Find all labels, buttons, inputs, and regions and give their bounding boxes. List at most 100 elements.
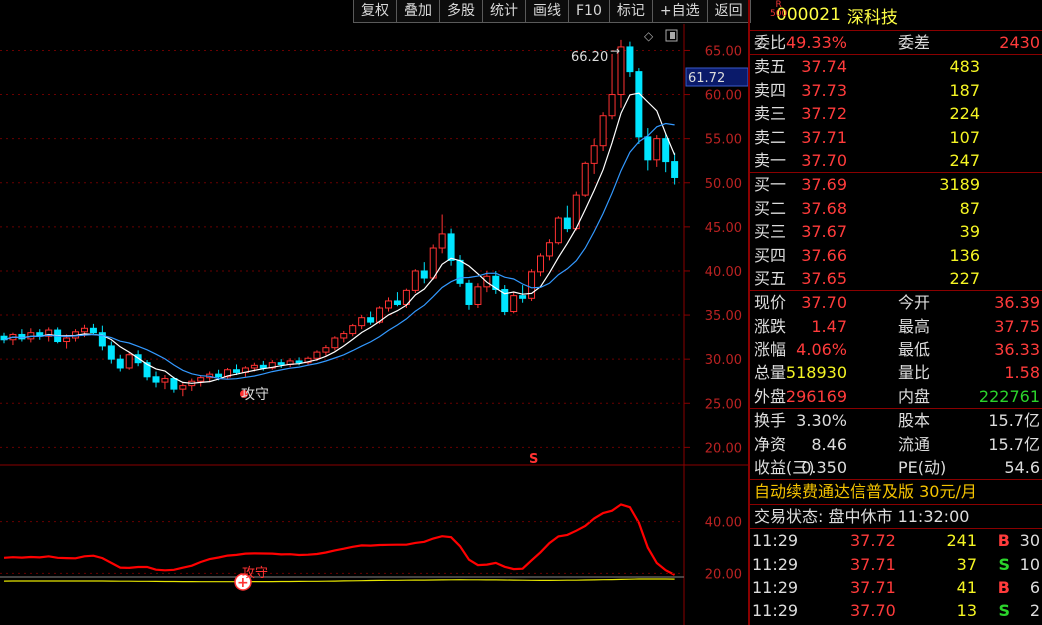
candle-body[interactable] <box>358 317 366 327</box>
bid-row-1: 买一 37.69 3189 <box>750 173 1042 196</box>
candle-body[interactable] <box>349 325 357 335</box>
stat-row: 涨幅 4.06% 最低 36.33 <box>750 338 1042 361</box>
diamond-icon[interactable]: ◇ <box>644 29 654 43</box>
candle-body[interactable] <box>295 360 303 364</box>
candle-body[interactable] <box>456 259 464 284</box>
candle-body[interactable] <box>447 233 455 261</box>
kline-chart[interactable]: 65.00 60.00 55.00 50.00 45.00 40.00 35.00 30.00… <box>0 0 748 625</box>
draw-line-button[interactable]: 画线 <box>525 0 569 23</box>
trade-status: 交易状态: 盘中休市 11:32:00 <box>750 503 1042 528</box>
candle-body[interactable] <box>581 162 589 196</box>
bid-volume: 87 <box>959 198 980 218</box>
candle-body[interactable] <box>537 255 545 273</box>
stock-name[interactable]: 深科技 <box>847 3 898 28</box>
candle-body[interactable] <box>599 115 607 147</box>
candle-body[interactable] <box>519 295 527 299</box>
ask-book: 卖五 37.74 483 卖四 37.73 187 卖三 37.72 224 卖二 37.71 107… <box>750 54 1042 172</box>
tick-volume: 41 <box>956 577 977 597</box>
candle-body[interactable] <box>331 337 339 349</box>
candle-body[interactable] <box>313 351 321 359</box>
candle-body[interactable] <box>671 161 679 178</box>
candle-body[interactable] <box>420 270 428 279</box>
ask-price: 37.73 <box>801 80 847 100</box>
stat-row: 换手 3.30% 股本 15.7亿 <box>750 409 1042 432</box>
price-axis-label: 30.00 <box>705 353 742 368</box>
bid-book: 买一 37.69 3189 买二 37.68 87 买三 37.67 39 买四 37.66 136 买… <box>750 172 1042 290</box>
statistics-button[interactable]: 统计 <box>482 0 526 23</box>
ask-volume: 483 <box>949 57 980 77</box>
candle-body[interactable] <box>384 300 392 309</box>
candle-body[interactable] <box>528 271 536 299</box>
candle-body[interactable] <box>438 233 446 249</box>
candle-body[interactable] <box>367 317 375 323</box>
candle-body[interactable] <box>429 247 437 279</box>
candle-body[interactable] <box>474 286 482 305</box>
candle-body[interactable] <box>89 327 97 334</box>
candle-body[interactable] <box>545 242 553 257</box>
candle-body[interactable] <box>608 94 616 117</box>
bid-price: 37.69 <box>801 175 847 195</box>
s-marker: S <box>529 452 538 467</box>
candle-body[interactable] <box>80 327 88 333</box>
candle-body[interactable] <box>259 364 267 369</box>
back-button[interactable]: 返回 <box>706 0 751 23</box>
add-watchlist-button[interactable]: +自选 <box>651 0 708 23</box>
candle-body[interactable] <box>411 270 419 291</box>
candle-body[interactable] <box>125 354 133 369</box>
candle-body[interactable] <box>322 347 330 353</box>
candle-body[interactable] <box>662 138 670 163</box>
candle-body[interactable] <box>116 358 124 369</box>
price-axis-label: 35.00 <box>705 309 742 324</box>
stat-label: 现价 <box>754 293 787 313</box>
bid-row-3: 买三 37.67 39 <box>750 220 1042 243</box>
candle-body[interactable] <box>644 136 652 161</box>
candle-body[interactable] <box>635 71 643 138</box>
tick-list[interactable]: 11:29 37.72 241 B 30 11:29 37.71 37 S 10 11:29 37.7… <box>750 528 1042 623</box>
candle-body[interactable] <box>170 378 178 390</box>
tick-volume: 37 <box>956 554 977 574</box>
bid-label: 买一 <box>754 175 787 195</box>
candle-body[interactable] <box>340 333 348 339</box>
overlay-button[interactable]: 叠加 <box>396 0 440 23</box>
tick-flag: B <box>997 577 1010 597</box>
bid-price: 37.66 <box>801 245 847 265</box>
stat-label: PE(动) <box>898 458 947 478</box>
chart-toolbar: 复权 叠加 多股 统计 画线 F10 标记 +自选 返回 <box>353 0 751 24</box>
stat-value: 4.06% <box>796 340 847 360</box>
ask-label: 卖五 <box>754 57 787 77</box>
stats-block-2: 换手 3.30% 股本 15.7亿 净资 8.46 流通 15.7亿 收益(三) 0.350 PE(… <box>750 408 1042 479</box>
candle-body[interactable] <box>393 300 401 305</box>
candle-body[interactable] <box>152 376 160 383</box>
candle-body[interactable] <box>179 385 187 390</box>
candle-body[interactable] <box>465 282 473 305</box>
stat-label: 外盘 <box>754 386 787 406</box>
weicha-value: 2430 <box>999 33 1040 52</box>
fuquan-button[interactable]: 复权 <box>353 0 397 23</box>
candle-body[interactable] <box>510 295 518 313</box>
candle-body[interactable] <box>563 217 571 230</box>
candle-body[interactable] <box>27 332 35 340</box>
candle-body[interactable] <box>626 46 634 73</box>
candle-body[interactable] <box>107 345 115 360</box>
tick-count: 30 <box>1019 531 1040 551</box>
candle-body[interactable] <box>653 138 661 161</box>
candle-body[interactable] <box>277 362 285 365</box>
candle-body[interactable] <box>215 373 223 378</box>
promo-banner[interactable]: 自动续费通达信普及版 30元/月 <box>750 479 1042 503</box>
candle-body[interactable] <box>232 369 240 373</box>
candle-body[interactable] <box>161 378 169 383</box>
stat-label: 总量 <box>754 363 787 383</box>
candle-body[interactable] <box>197 377 205 382</box>
candle-body[interactable] <box>63 337 71 343</box>
f10-button[interactable]: F10 <box>568 0 610 23</box>
ask-price: 37.71 <box>801 127 847 147</box>
candle-body[interactable] <box>554 217 562 244</box>
ask-price: 37.72 <box>801 104 847 124</box>
tick-price: 37.71 <box>850 577 896 597</box>
candlestick-series[interactable] <box>0 39 679 397</box>
stat-label: 最高 <box>898 316 931 336</box>
multi-stock-button[interactable]: 多股 <box>439 0 483 23</box>
candle-body[interactable] <box>590 145 598 164</box>
candle-body[interactable] <box>250 364 258 369</box>
mark-button[interactable]: 标记 <box>608 0 653 23</box>
